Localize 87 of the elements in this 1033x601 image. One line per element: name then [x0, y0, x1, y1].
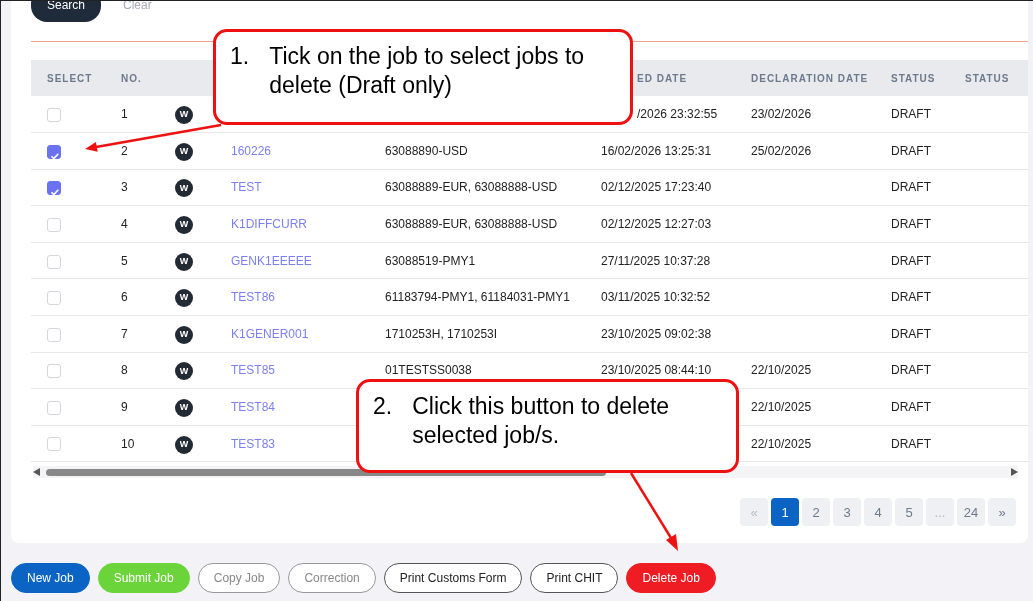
status-text: DRAFT [891, 326, 931, 341]
page-button[interactable]: 24 [957, 498, 985, 527]
type-badge: W [175, 215, 193, 234]
type-badge: W [175, 179, 193, 198]
table-cell: 1710253H, 1710253I [385, 326, 498, 341]
row-number: 1 [121, 107, 128, 122]
job-link[interactable]: TEST84 [231, 400, 275, 415]
table-cell: 22/10/2025 [751, 436, 812, 451]
column-header: STATUS [891, 72, 936, 84]
row-number: 6 [121, 290, 128, 305]
row-number: 9 [121, 400, 128, 415]
page-button[interactable]: 3 [833, 498, 861, 527]
job-link[interactable]: 160226 [231, 143, 272, 158]
status-text: DRAFT [891, 290, 931, 305]
table-cell: 22/10/2025 [751, 400, 812, 415]
job-link[interactable]: K1GENER001 [231, 326, 309, 341]
callout-text: Tick on the job to select jobs to delete (Draft only) [269, 42, 586, 100]
table-cell: 16/02/2026 13:25:31 [601, 143, 712, 158]
column-header: SELECT [47, 72, 93, 84]
page-button[interactable]: » [988, 498, 1016, 527]
type-badge: W [175, 252, 193, 271]
scroll-right-icon[interactable] [1011, 468, 1018, 477]
job-link[interactable]: TEST86 [231, 290, 275, 305]
status-text: DRAFT [891, 400, 931, 415]
job-link[interactable]: TEST85 [231, 363, 275, 378]
status-text: DRAFT [891, 143, 931, 158]
job-link[interactable]: TEST83 [231, 436, 275, 451]
status-text: DRAFT [891, 180, 931, 195]
callout-number: 2. [373, 392, 393, 421]
type-badge: W [175, 435, 193, 454]
page-button[interactable]: 5 [895, 498, 923, 527]
type-badge: W [175, 142, 193, 161]
type-badge: W [175, 325, 193, 344]
status-text: DRAFT [891, 107, 931, 122]
type-badge: W [175, 105, 193, 124]
table-cell: 63088890-USD [385, 143, 468, 158]
column-header: STATUS [965, 72, 1010, 84]
row-number: 4 [121, 217, 128, 232]
table-cell: 02/12/2025 17:23:40 [601, 180, 712, 195]
table-cell: 23/10/2025 08:44:10 [601, 363, 712, 378]
row-number: 2 [121, 143, 128, 158]
table-cell: 23/02/2026 [751, 107, 812, 122]
search-button[interactable]: Search [31, 1, 102, 22]
table-cell: 02/12/2025 12:27:03 [601, 217, 712, 232]
checkbox[interactable] [47, 144, 61, 159]
table-cell: 27/11/2025 10:37:28 [601, 253, 711, 268]
column-header: DECLARATION DATE [751, 72, 869, 84]
row-number: 8 [121, 363, 128, 378]
table-cell: /2026 23:32:55 [637, 107, 718, 122]
status-text: DRAFT [891, 436, 931, 451]
row-number: 5 [121, 253, 128, 268]
type-badge: W [175, 398, 193, 417]
page-button[interactable]: 4 [864, 498, 892, 527]
table-cell: 61183794-PMY1, 61184031-PMY1 [385, 290, 570, 305]
job-link[interactable]: TEST [231, 180, 262, 195]
clear-link[interactable]: Clear [123, 1, 152, 14]
table-cell: 23/10/2025 09:02:38 [601, 326, 712, 341]
column-header: NO. [121, 72, 142, 84]
table-cell: 03/11/2025 10:32:52 [601, 290, 711, 305]
type-badge: W [175, 289, 193, 308]
row-number: 3 [121, 180, 128, 195]
row-number: 7 [121, 326, 128, 341]
action-button[interactable]: Print Customs Form [383, 563, 523, 593]
job-link[interactable]: K1DIFFCURR [231, 217, 307, 232]
table-cell: 63088889-EUR, 63088888-USD [385, 180, 558, 195]
table-cell: 63088889-EUR, 63088888-USD [385, 217, 558, 232]
table-cell: 25/02/2026 [751, 143, 812, 158]
status-text: DRAFT [891, 253, 931, 268]
callout-text: Click this button to delete selected job/s. [412, 392, 671, 450]
checkbox[interactable] [47, 181, 61, 196]
action-button[interactable]: Submit Job [97, 563, 190, 593]
status-text: DRAFT [891, 217, 931, 232]
table-cell: 22/10/2025 [751, 363, 812, 378]
scroll-left-icon[interactable] [33, 468, 40, 477]
action-button[interactable]: Delete Job [626, 563, 716, 593]
action-button[interactable]: Print CHIT [530, 563, 619, 593]
table-cell: 63088519-PMY1 [385, 253, 476, 268]
column-header: ED DATE [637, 72, 688, 84]
table-cell: 01TESTSS0038 [385, 363, 472, 378]
type-badge: W [175, 362, 193, 381]
page-button[interactable]: 2 [802, 498, 830, 527]
callout-number: 1. [230, 42, 250, 71]
page-button[interactable]: 1 [771, 498, 799, 527]
status-text: DRAFT [891, 363, 931, 378]
job-link[interactable]: GENK1EEEEE [231, 253, 312, 268]
row-number: 10 [121, 436, 135, 451]
action-button[interactable]: New Job [11, 563, 90, 593]
